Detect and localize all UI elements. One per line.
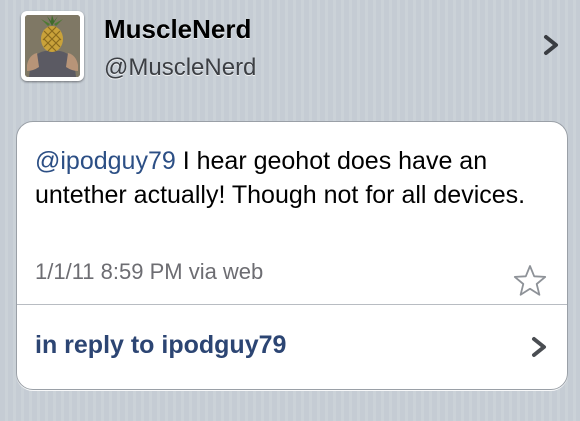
star-outline-icon[interactable]	[513, 264, 547, 298]
mention-link[interactable]: @ipodguy79	[35, 147, 176, 175]
tweet-timestamp: 1/1/11 8:59 PM via web	[35, 259, 264, 284]
chevron-right-icon[interactable]	[540, 34, 562, 56]
screen-name: @MuscleNerd	[104, 54, 257, 81]
tweet-text: @ipodguy79 I hear geohot does have an un…	[35, 144, 545, 212]
chevron-right-icon	[532, 337, 546, 357]
display-name: MuscleNerd	[104, 14, 252, 44]
in-reply-to-label: in reply to ipodguy79	[35, 331, 287, 359]
avatar-photo	[25, 15, 80, 77]
tweet-body: @ipodguy79 I hear geohot does have an un…	[17, 122, 567, 304]
tweet-card: @ipodguy79 I hear geohot does have an un…	[16, 121, 568, 390]
profile-header[interactable]: MuscleNerd @MuscleNerd	[0, 0, 580, 112]
avatar[interactable]	[21, 11, 84, 81]
in-reply-to-row[interactable]: in reply to ipodguy79	[17, 305, 567, 389]
